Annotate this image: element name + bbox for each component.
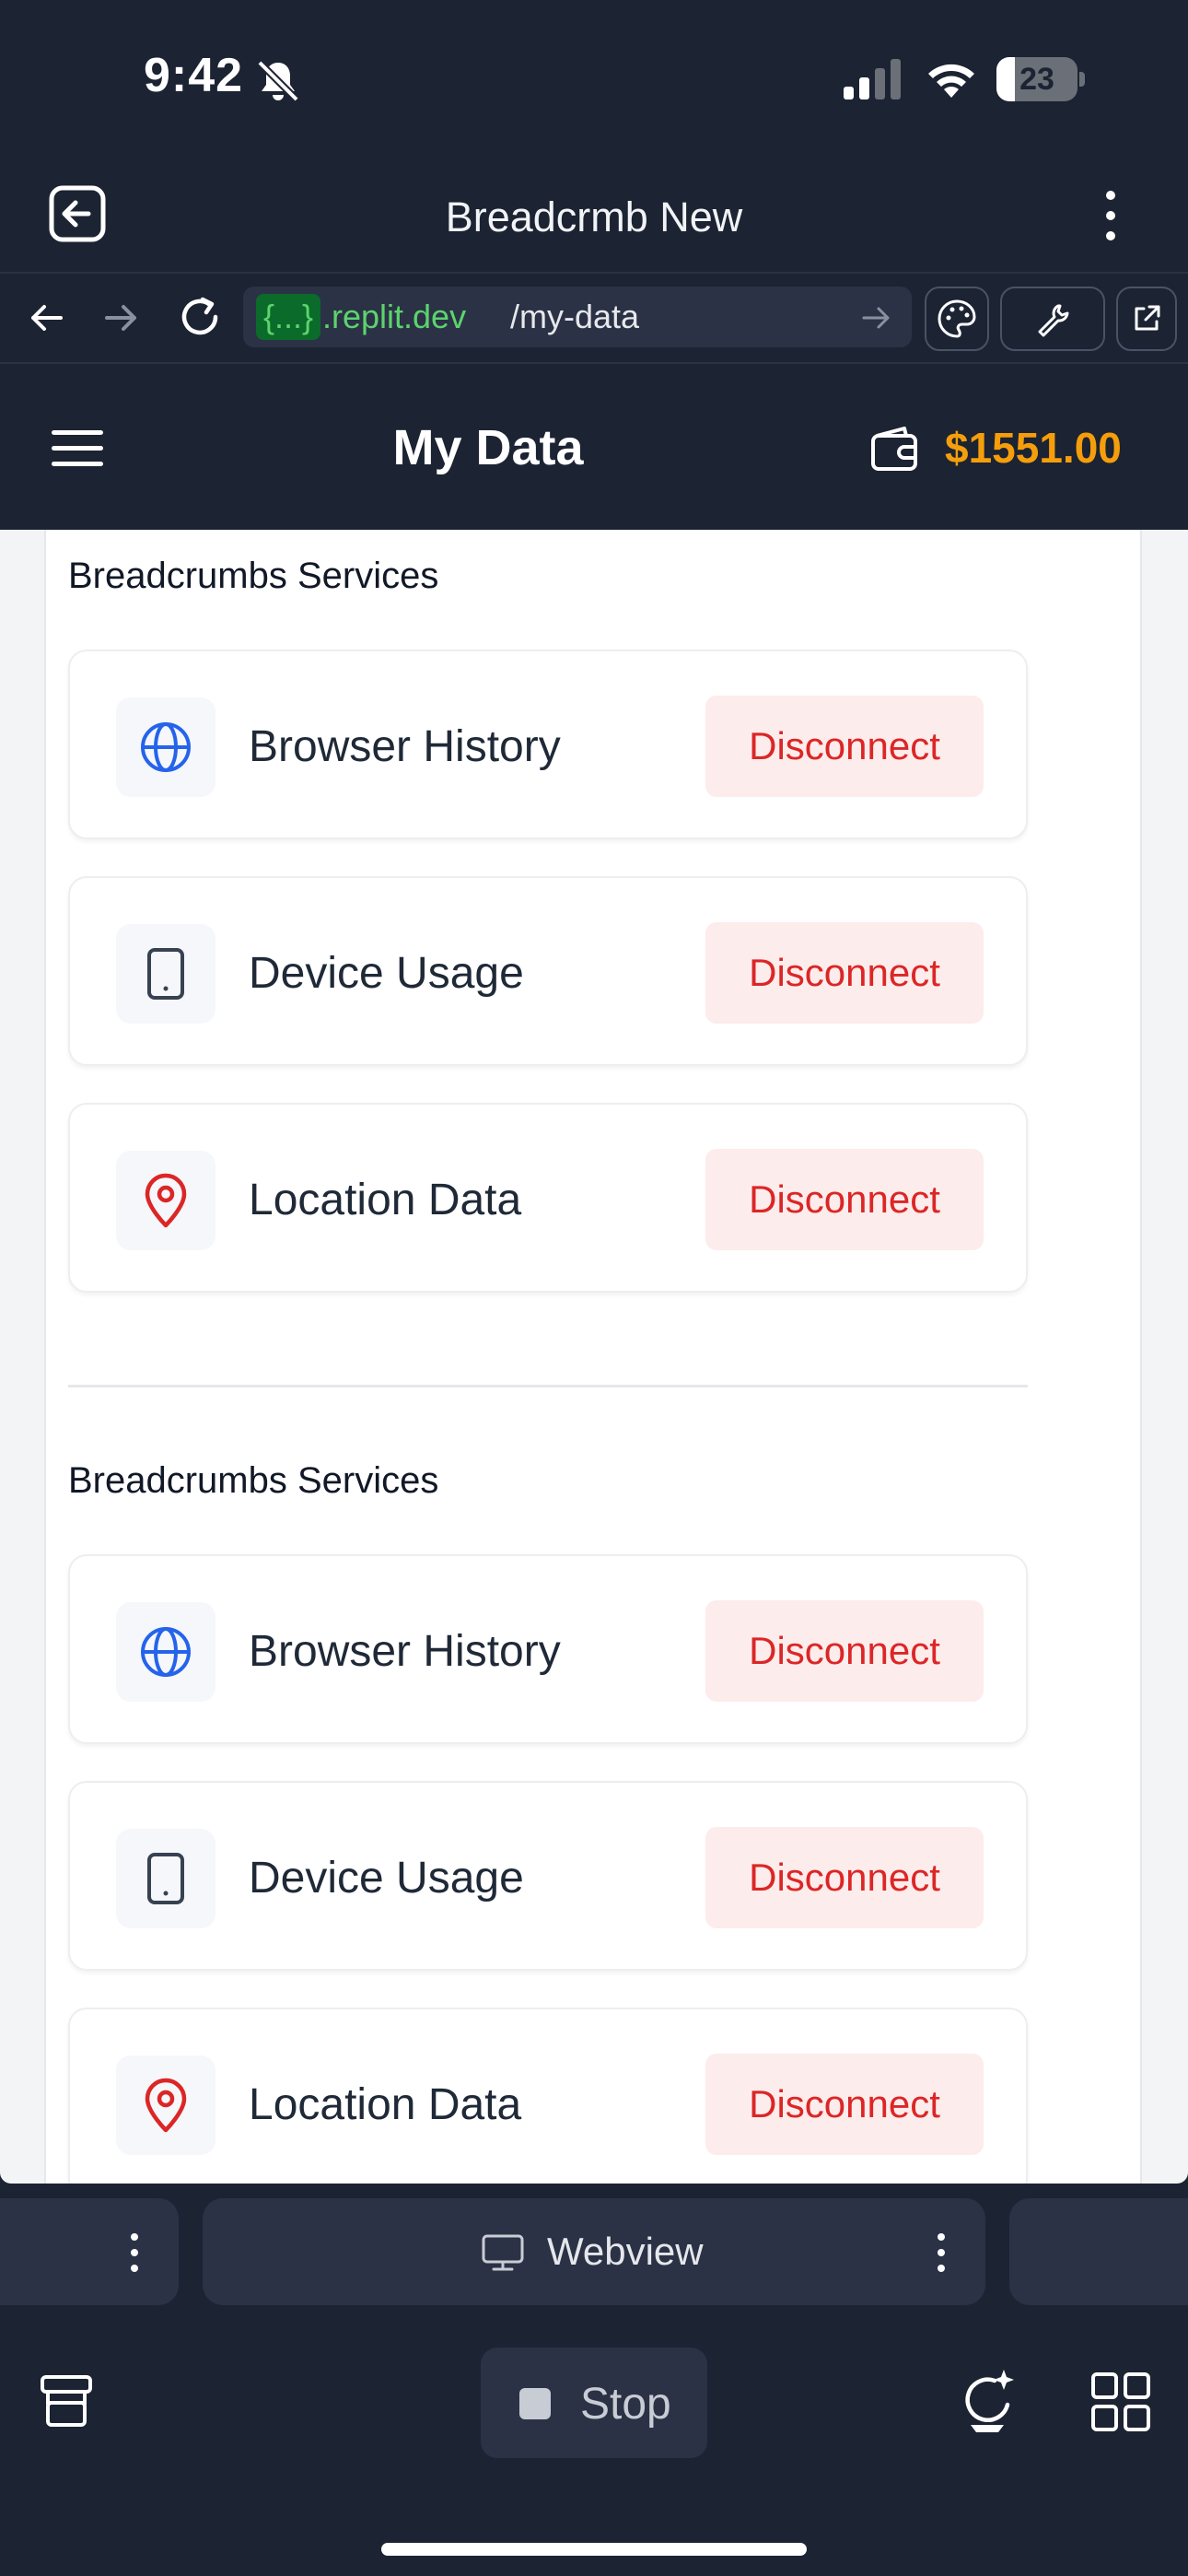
wallet-icon[interactable]: [869, 425, 921, 473]
more-options-icon[interactable]: [1092, 186, 1129, 245]
bottom-toolbar: Stop: [0, 2307, 1188, 2576]
battery-level: 23: [1019, 62, 1054, 97]
service-item-browser-history: Browser History Disconnect: [68, 1554, 1028, 1744]
back-arrow-icon[interactable]: [24, 296, 68, 340]
disconnect-button[interactable]: Disconnect: [705, 1827, 984, 1928]
service-label: Location Data: [249, 2080, 522, 2129]
service-item-browser-history: Browser History Disconnect: [68, 650, 1028, 839]
service-item-device-usage: Device Usage Disconnect: [68, 876, 1028, 1066]
theme-palette-button[interactable]: [925, 287, 989, 351]
palette-icon: [938, 299, 976, 338]
section-title: Breadcrumbs Services: [68, 1460, 439, 1501]
apps-grid-icon[interactable]: [1090, 2371, 1151, 2432]
workspace-tabs: Webview: [0, 2198, 1188, 2307]
url-field[interactable]: {...} .replit.dev /my-data: [243, 287, 912, 347]
tablet-icon: [147, 948, 184, 1000]
url-domain: .replit.dev: [322, 298, 467, 335]
wifi-icon: [928, 64, 974, 98]
tab-webview[interactable]: Webview: [203, 2198, 985, 2305]
service-item-location-data: Location Data Disconnect: [68, 2008, 1028, 2184]
globe-icon: [141, 722, 191, 772]
disconnect-button[interactable]: Disconnect: [705, 1149, 984, 1250]
status-bar: 9:42 23: [0, 0, 1188, 157]
service-label: Location Data: [249, 1176, 522, 1224]
service-item-location-data: Location Data Disconnect: [68, 1103, 1028, 1293]
disconnect-button[interactable]: Disconnect: [705, 1600, 984, 1702]
app-title-bar: Breadcrmb New: [0, 157, 1188, 272]
battery-indicator: 23: [996, 57, 1085, 101]
location-pin-icon: [145, 2078, 187, 2133]
tab-label: Webview: [547, 2230, 704, 2273]
wallet-balance[interactable]: $1551.00: [945, 423, 1122, 473]
cellular-signal-icon: [844, 59, 901, 100]
disconnect-button[interactable]: Disconnect: [705, 2054, 984, 2155]
app-title: Breadcrmb New: [445, 193, 743, 240]
section-divider: [68, 1385, 1028, 1388]
url-domain-prefix: {...}: [256, 294, 321, 340]
tab-options-icon[interactable]: [125, 2230, 144, 2276]
forward-arrow-icon[interactable]: [99, 296, 144, 340]
reload-icon[interactable]: [175, 292, 225, 342]
url-path: /my-data: [510, 298, 640, 335]
wrench-icon: [1038, 304, 1069, 337]
browser-toolbar: {...} .replit.dev /my-data: [0, 272, 1188, 362]
stop-label: Stop: [580, 2380, 671, 2429]
service-label: Browser History: [249, 722, 561, 771]
go-arrow-icon[interactable]: [858, 299, 895, 336]
service-item-device-usage: Device Usage Disconnect: [68, 1781, 1028, 1971]
service-label: Browser History: [249, 1627, 561, 1676]
external-link-icon: [1135, 305, 1160, 331]
ai-assistant-icon[interactable]: [958, 2368, 1017, 2434]
open-external-button[interactable]: [1116, 287, 1177, 351]
page-title: My Data: [392, 420, 584, 475]
bell-muted-icon: [257, 60, 299, 102]
content-area[interactable]: Breadcrumbs Services Browser History Dis…: [0, 530, 1188, 2184]
disconnect-button[interactable]: Disconnect: [705, 696, 984, 797]
tab-right[interactable]: [1009, 2198, 1188, 2305]
section-title: Breadcrumbs Services: [68, 556, 439, 596]
service-label: Device Usage: [249, 1854, 524, 1903]
tab-options-icon[interactable]: [932, 2230, 950, 2276]
layers-icon[interactable]: [37, 2371, 96, 2430]
monitor-icon: [482, 2234, 524, 2271]
page-header: My Data $1551.00: [0, 362, 1188, 530]
tablet-icon: [147, 1853, 184, 1904]
stop-button[interactable]: Stop: [481, 2348, 707, 2458]
status-time: 9:42: [144, 49, 244, 102]
tab-left[interactable]: [0, 2198, 179, 2305]
disconnect-button[interactable]: Disconnect: [705, 922, 984, 1024]
stop-icon: [519, 2388, 551, 2419]
location-pin-icon: [145, 1173, 187, 1228]
globe-icon: [141, 1627, 191, 1677]
devtools-button[interactable]: [1000, 287, 1105, 351]
service-label: Device Usage: [249, 949, 524, 998]
home-indicator: [381, 2543, 807, 2556]
